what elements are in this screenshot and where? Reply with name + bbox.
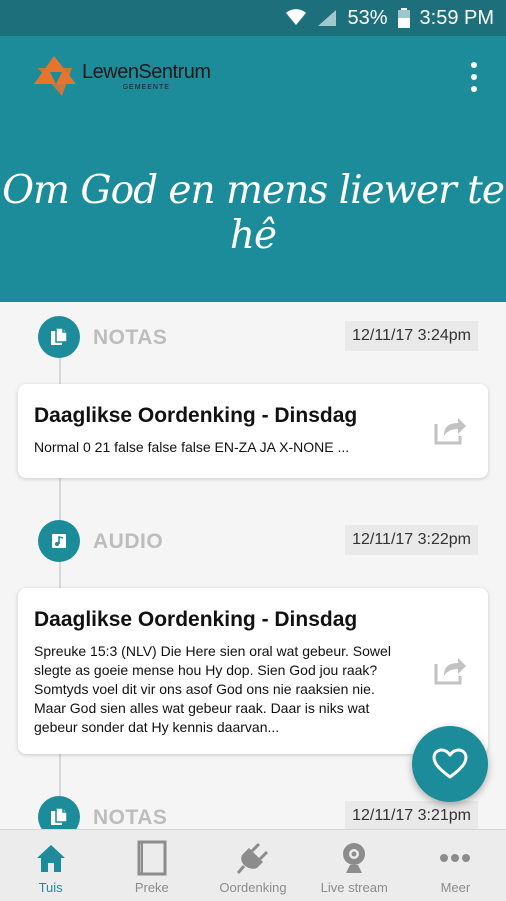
home-icon	[36, 845, 65, 872]
audio-file-icon	[38, 520, 80, 562]
nav-item-oordenking[interactable]: Oordenking	[202, 830, 303, 901]
dot-icon	[471, 62, 477, 68]
cell-signal-icon	[318, 10, 337, 26]
entry-type-label: AUDIO	[93, 530, 164, 553]
card-title: Daaglikse Oordenking - Dinsdag	[34, 608, 358, 631]
header-tagline: Om God en mens liewer te hê	[2, 168, 505, 258]
logo-wordmark: LewenSentrum	[82, 60, 211, 83]
status-bar: 53% 3:59 PM	[0, 0, 506, 36]
book-icon	[137, 840, 167, 876]
nav-label: Meer	[440, 880, 471, 895]
feed-card[interactable]: Daaglikse Oordenking - Dinsdag Spreuke 1…	[18, 588, 488, 754]
wifi-icon	[286, 9, 307, 25]
entry-type-label: NOTAS	[93, 806, 168, 829]
clock: 3:59 PM	[419, 6, 494, 29]
nav-label: Live stream	[320, 880, 388, 895]
document-icon	[38, 796, 80, 829]
app-header: LewenSentrum GEMEENTE Om God en mens lie…	[0, 36, 506, 302]
battery-icon	[397, 8, 410, 28]
webcam-icon	[343, 843, 366, 873]
document-icon	[38, 316, 80, 358]
card-excerpt: Normal 0 21 false false false EN-ZA JA X…	[34, 439, 350, 455]
card-title: Daaglikse Oordenking - Dinsdag	[34, 404, 358, 427]
battery-percent: 53%	[347, 6, 388, 29]
entry-timestamp: 12/11/17 3:24pm	[345, 321, 478, 351]
favorite-fab-button[interactable]	[412, 726, 488, 802]
logo-subtitle: GEMEENTE	[122, 83, 170, 91]
nav-item-tuis[interactable]: Tuis	[0, 830, 101, 901]
dot-icon	[471, 74, 477, 80]
dot-icon	[471, 86, 477, 92]
heart-icon	[432, 748, 468, 779]
entry-timestamp: 12/11/17 3:21pm	[345, 801, 478, 829]
feed-entry-header: NOTAS 12/11/17 3:21pm	[38, 796, 478, 829]
logo: LewenSentrum GEMEENTE	[32, 54, 211, 98]
share-icon[interactable]	[432, 414, 468, 446]
plug-icon	[236, 842, 269, 874]
more-dots-icon	[440, 854, 471, 862]
nav-label: Preke	[134, 880, 169, 895]
nav-item-preke[interactable]: Preke	[101, 830, 202, 901]
nav-label: Oordenking	[219, 880, 287, 895]
bottom-navigation: Tuis Preke Oordenking Live stream Meer	[0, 829, 506, 901]
feed-entry-header: AUDIO 12/11/17 3:22pm	[38, 520, 478, 562]
entry-type-label: NOTAS	[93, 326, 168, 349]
nav-item-live-stream[interactable]: Live stream	[304, 830, 405, 901]
nav-label: Tuis	[38, 880, 63, 895]
share-icon[interactable]	[432, 654, 468, 686]
entry-timestamp: 12/11/17 3:22pm	[345, 525, 478, 555]
logo-mark-icon	[34, 56, 76, 96]
feed-card[interactable]: Daaglikse Oordenking - Dinsdag Normal 0 …	[18, 384, 488, 478]
overflow-menu-button[interactable]	[464, 62, 484, 92]
nav-item-meer[interactable]: Meer	[405, 830, 506, 901]
feed-entry-header: NOTAS 12/11/17 3:24pm	[38, 316, 478, 358]
card-excerpt: Spreuke 15:3 (NLV) Die Here sien oral wa…	[34, 643, 391, 735]
